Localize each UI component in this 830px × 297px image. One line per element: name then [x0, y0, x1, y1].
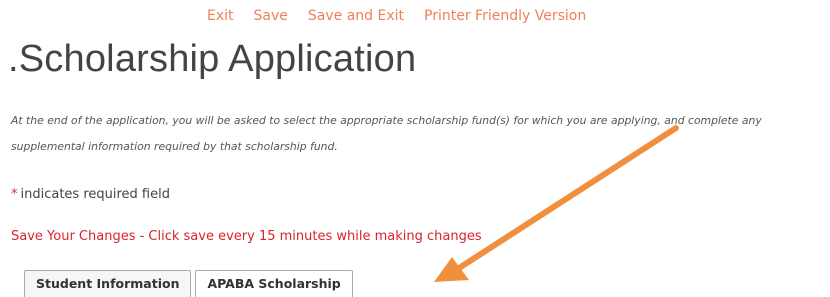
tab-bar: Student Information APABA Scholarship	[24, 270, 353, 297]
required-note-text: indicates required field	[20, 187, 170, 202]
save-warning: Save Your Changes - Click save every 15 …	[11, 229, 482, 244]
top-nav: Exit Save Save and Exit Printer Friendly…	[207, 8, 606, 24]
save-link[interactable]: Save	[254, 8, 288, 24]
exit-link[interactable]: Exit	[207, 8, 234, 24]
save-and-exit-link[interactable]: Save and Exit	[308, 8, 404, 24]
required-star: *	[11, 187, 18, 202]
tab-apaba-scholarship[interactable]: APABA Scholarship	[195, 270, 353, 297]
printer-friendly-link[interactable]: Printer Friendly Version	[424, 8, 586, 24]
intro-text: At the end of the application, you will …	[11, 114, 762, 153]
tab-student-information[interactable]: Student Information	[24, 270, 192, 297]
page-title: .Scholarship Application	[8, 38, 417, 80]
page: Exit Save Save and Exit Printer Friendly…	[0, 0, 830, 297]
required-note: * indicates required field	[11, 187, 170, 202]
